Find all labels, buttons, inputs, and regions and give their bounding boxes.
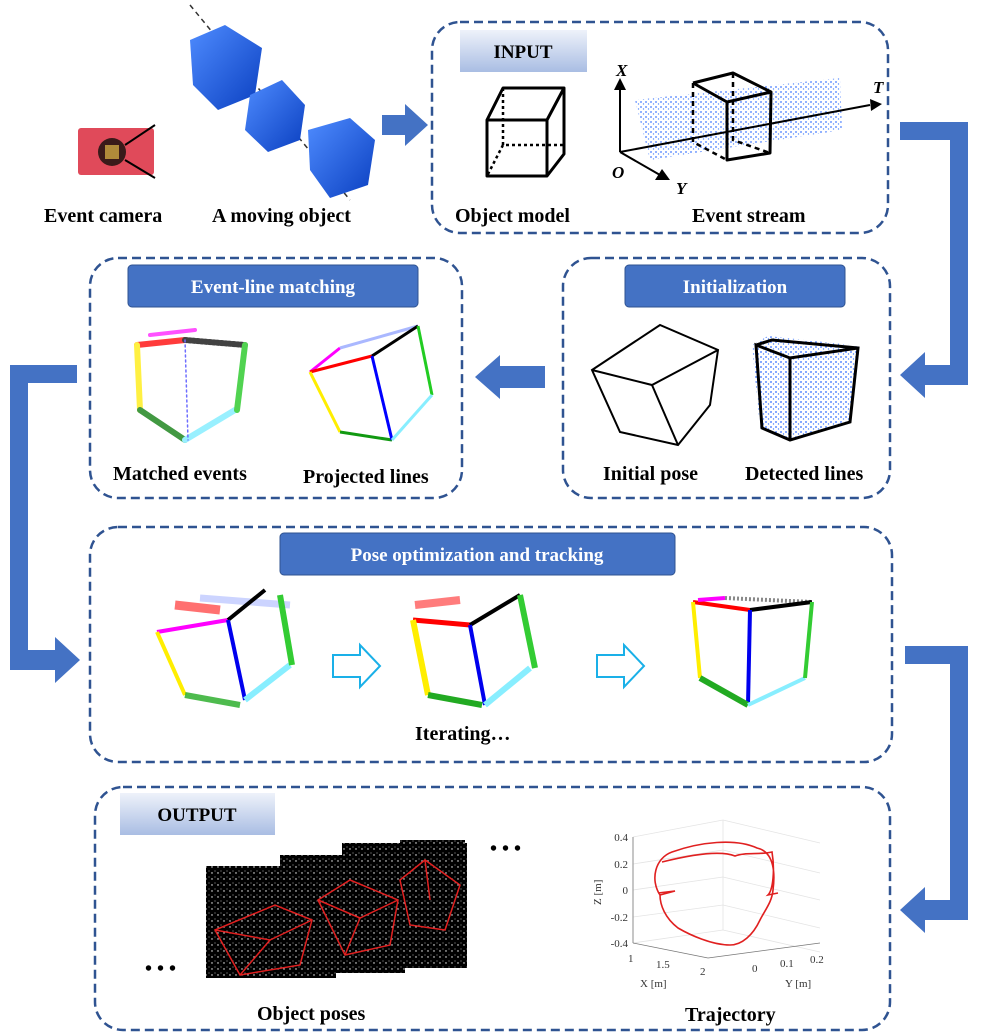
initial-pose-cube <box>590 323 720 447</box>
matching-title: Event-line matching <box>191 277 356 298</box>
projected-lines-label: Projected lines <box>303 466 429 488</box>
y-axis-label: Y [m] <box>785 978 811 990</box>
flow-arrow-matching-to-opt <box>10 365 80 683</box>
z-tick: 0.2 <box>614 859 628 871</box>
object-pose-frames <box>206 840 467 978</box>
object-poses-label: Object poses <box>257 1003 366 1025</box>
event-stream-plot <box>614 71 882 180</box>
iteration-arrow-1 <box>332 642 382 690</box>
y-tick: 0.2 <box>810 954 824 966</box>
event-stream-label: Event stream <box>692 205 806 227</box>
tracking-step-1-cube <box>155 588 295 708</box>
projected-lines-cube <box>308 324 434 442</box>
input-title: INPUT <box>493 42 552 63</box>
iteration-arrow-2 <box>596 642 646 690</box>
moving-cube-icon <box>189 4 375 201</box>
output-title: OUTPUT <box>157 805 237 826</box>
z-tick: -0.4 <box>611 938 629 950</box>
x-tick: 2 <box>700 966 706 978</box>
x-tick: 1.5 <box>656 959 670 971</box>
axis-x-label: X <box>615 61 628 80</box>
ellipsis-left: • • • <box>145 958 176 980</box>
arrow-init-to-matching <box>475 355 545 399</box>
event-camera-icon <box>78 124 156 179</box>
arrow-object-to-input <box>382 104 428 146</box>
trajectory-plot: 0.4 0.2 0 -0.2 -0.4 1 1.5 2 0 0.1 0.2 X … <box>592 819 824 990</box>
event-camera-label: Event camera <box>44 205 162 227</box>
object-model-cube <box>485 86 566 178</box>
ellipsis-right: • • • <box>490 838 521 860</box>
x-axis-label: X [m] <box>640 978 667 990</box>
z-tick: 0.4 <box>614 832 628 844</box>
origin-label: O <box>612 163 624 182</box>
tracking-step-3-cube <box>691 596 814 708</box>
optimization-title: Pose optimization and tracking <box>351 545 604 566</box>
x-tick: 1 <box>628 953 634 965</box>
axis-y-label: Y <box>676 179 688 198</box>
detected-lines-label: Detected lines <box>745 463 864 485</box>
axis-t-label: T <box>873 78 884 97</box>
iterating-label: Iterating… <box>415 723 511 745</box>
y-tick: 0.1 <box>780 958 794 970</box>
flow-arrow-opt-to-output <box>900 646 968 933</box>
detected-lines-cube <box>752 336 860 442</box>
trajectory-label: Trajectory <box>685 1004 776 1026</box>
tracking-step-2-cube <box>410 593 538 708</box>
z-tick: -0.2 <box>611 912 628 924</box>
matched-events-label: Matched events <box>113 463 247 485</box>
y-tick: 0 <box>752 963 758 975</box>
moving-object-label: A moving object <box>212 205 351 227</box>
initial-pose-label: Initial pose <box>603 463 698 485</box>
matched-events-cube <box>134 328 248 443</box>
z-tick: 0 <box>623 885 629 897</box>
init-title: Initialization <box>683 277 788 298</box>
object-model-label: Object model <box>455 205 570 227</box>
z-axis-label: Z [m] <box>592 880 604 905</box>
pipeline-diagram: Event camera A moving object INPUT Objec… <box>10 4 968 1032</box>
flow-arrow-input-to-init <box>900 122 968 398</box>
